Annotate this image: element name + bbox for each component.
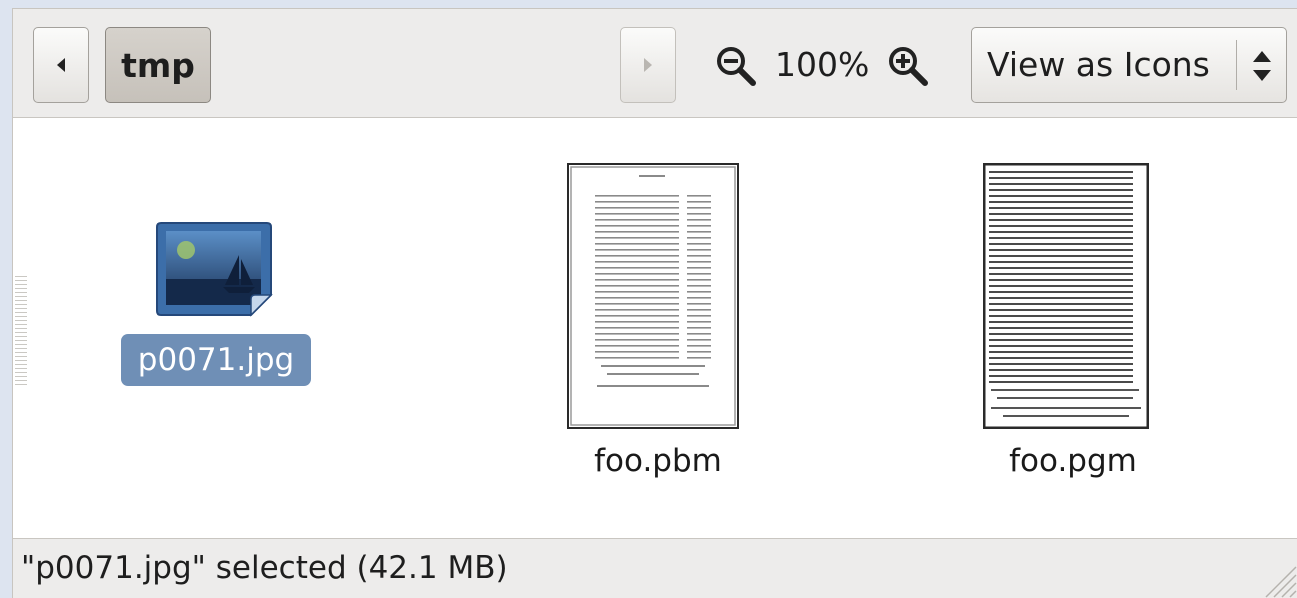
back-button[interactable]	[33, 27, 89, 103]
file-label: p0071.jpg	[121, 334, 311, 386]
file-item-foo-pbm[interactable]: foo.pbm	[553, 118, 763, 518]
view-mode-select[interactable]: View as Icons	[971, 27, 1287, 103]
status-bar: "p0071.jpg" selected (42.1 MB)	[13, 538, 1297, 598]
zoom-out-icon[interactable]	[713, 43, 763, 89]
file-item-foo-pgm[interactable]: foo.pgm	[968, 118, 1178, 518]
text-page-thumbnail	[567, 163, 739, 429]
image-file-icon	[156, 222, 273, 317]
view-mode-label: View as Icons	[987, 45, 1210, 84]
status-text: "p0071.jpg" selected (42.1 MB)	[21, 550, 508, 586]
resize-grip-icon[interactable]	[1258, 559, 1297, 598]
file-label: foo.pbm	[594, 443, 722, 479]
zoom-in-icon[interactable]	[885, 43, 935, 89]
file-browser-window: tmp 100% View as Icons p0071.jpg foo.pbm…	[12, 8, 1297, 598]
zoom-level-label: 100%	[775, 45, 870, 84]
up-down-arrows-icon	[1253, 51, 1271, 81]
file-icon-view[interactable]: p0071.jpg foo.pbm foo.pgm	[13, 118, 1297, 538]
file-item-p0071-jpg[interactable]: p0071.jpg	[121, 118, 311, 418]
right-arrow-icon	[644, 58, 652, 72]
text-page-thumbnail	[983, 163, 1149, 429]
pane-resize-handle[interactable]	[15, 276, 27, 386]
forward-button[interactable]	[620, 27, 676, 103]
left-arrow-icon	[57, 58, 65, 72]
path-button-tmp[interactable]: tmp	[105, 27, 211, 103]
toolbar: tmp 100% View as Icons	[13, 9, 1297, 118]
file-label: foo.pgm	[1009, 443, 1137, 479]
select-divider	[1236, 40, 1237, 90]
